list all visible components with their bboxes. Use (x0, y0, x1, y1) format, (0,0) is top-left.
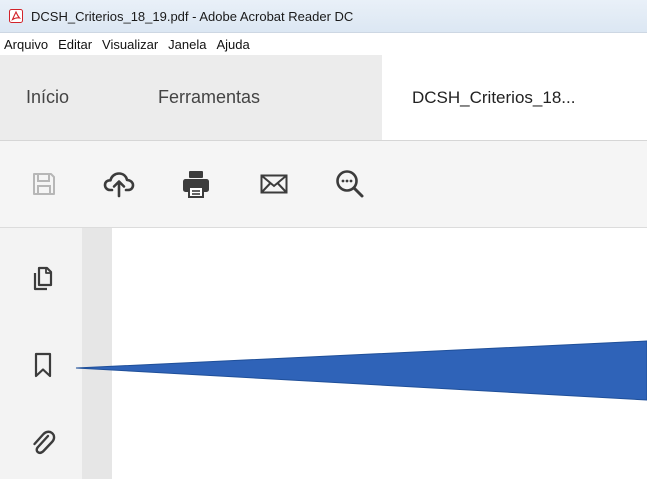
menu-bar: Arquivo Editar Visualizar Janela Ajuda (0, 33, 647, 55)
attachments-icon (33, 430, 56, 455)
zoom-button[interactable] (332, 166, 368, 202)
menu-visualizar[interactable]: Visualizar (97, 37, 163, 52)
bookmarks-button[interactable] (26, 348, 60, 382)
zoom-icon (336, 170, 364, 198)
upload-button[interactable] (101, 166, 137, 202)
document-canvas[interactable] (112, 228, 647, 479)
cloud-upload-icon (103, 172, 135, 198)
attachments-button[interactable] (26, 426, 60, 460)
page-thumbnails-icon (33, 266, 53, 291)
window-title: DCSH_Criterios_18_19.pdf - Adobe Acrobat… (31, 8, 354, 24)
print-icon (183, 171, 209, 198)
save-button[interactable] (26, 166, 62, 202)
nav-pane-divider[interactable] (82, 228, 112, 479)
menu-arquivo[interactable]: Arquivo (0, 37, 53, 52)
tab-document[interactable]: DCSH_Criterios_18... (382, 55, 647, 140)
email-icon (260, 174, 288, 194)
title-bar: DCSH_Criterios_18_19.pdf - Adobe Acrobat… (0, 0, 647, 33)
toolbar (0, 141, 647, 228)
menu-ajuda[interactable]: Ajuda (211, 37, 254, 52)
save-icon (33, 173, 55, 195)
page-thumbnails-button[interactable] (26, 262, 60, 296)
tab-bar: Início Ferramentas DCSH_Criterios_18... (0, 55, 647, 141)
print-button[interactable] (178, 166, 214, 202)
acrobat-window: DCSH_Criterios_18_19.pdf - Adobe Acrobat… (0, 0, 647, 479)
tab-tools[interactable]: Ferramentas (158, 55, 318, 140)
tab-home[interactable]: Início (26, 55, 116, 140)
pdf-icon (9, 9, 23, 23)
email-button[interactable] (256, 166, 292, 202)
left-nav-pane (0, 228, 82, 479)
menu-editar[interactable]: Editar (53, 37, 97, 52)
bookmark-icon (34, 352, 52, 378)
menu-janela[interactable]: Janela (163, 37, 211, 52)
